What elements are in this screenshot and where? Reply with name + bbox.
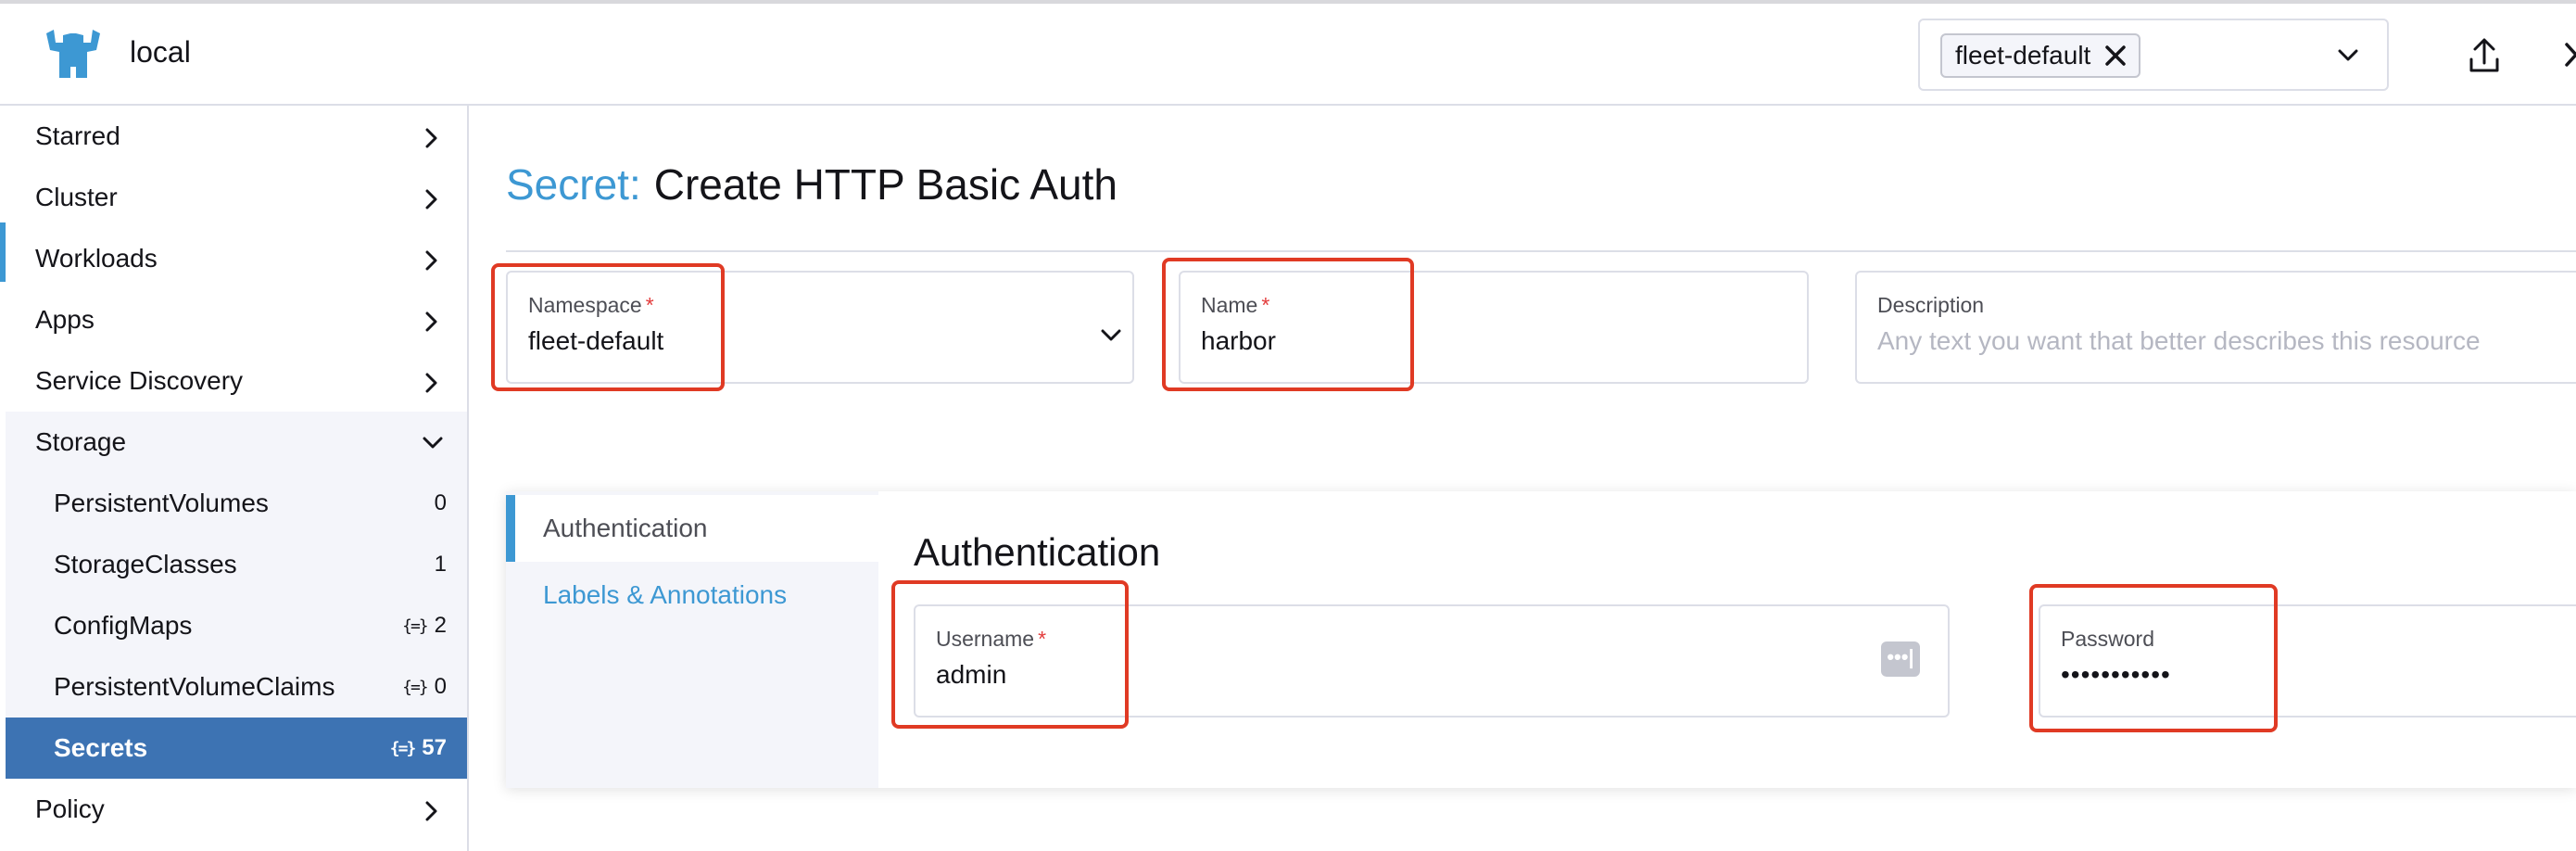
- remove-namespace-icon[interactable]: [2103, 44, 2128, 68]
- description-label: Description: [1877, 293, 1985, 317]
- cluster-name[interactable]: local: [130, 35, 191, 70]
- sidebar-item-label: Apps: [35, 305, 95, 334]
- side-navigation: Starred Cluster Workloads Apps Service D…: [0, 106, 469, 851]
- cluster-logo-icon[interactable]: [44, 30, 102, 80]
- namespaced-icon: {=}: [402, 616, 428, 636]
- sidebar-item-secrets[interactable]: Secrets {=} 57: [6, 718, 467, 779]
- resource-count: 1: [434, 552, 447, 577]
- secret-data-tabs: Authentication Labels & Annotations Auth…: [506, 491, 2576, 788]
- sidebar-item-policy[interactable]: Policy: [6, 779, 467, 840]
- close-icon[interactable]: [2565, 41, 2576, 69]
- sidebar-item-label: PersistentVolumeClaims: [54, 672, 335, 701]
- resource-count: {=} 0: [402, 674, 447, 699]
- chevron-down-icon: [423, 437, 443, 449]
- sidebar-item-service-discovery[interactable]: Service Discovery: [6, 350, 467, 412]
- chevron-down-icon[interactable]: [2337, 46, 2359, 65]
- namespace-chip: fleet-default: [1940, 33, 2141, 78]
- sidebar-item-persistentvolumes[interactable]: PersistentVolumes 0: [6, 473, 467, 534]
- sidebar-item-label: Secrets: [54, 733, 148, 762]
- namespace-chip-label: fleet-default: [1955, 41, 2091, 70]
- annotation-highlight-username: [891, 580, 1129, 729]
- annotation-highlight-name: [1162, 258, 1414, 391]
- chevron-right-icon: [425, 128, 437, 148]
- page-title-text: Create HTTP Basic Auth: [653, 160, 1118, 209]
- resource-count: {=} 2: [402, 613, 447, 638]
- sidebar-item-label: Storage: [35, 427, 127, 456]
- sidebar-item-label: Policy: [35, 794, 105, 823]
- sidebar-item-starred[interactable]: Starred: [6, 106, 467, 167]
- sidebar-item-label: PersistentVolumes: [54, 489, 269, 517]
- chevron-right-icon: [425, 311, 437, 332]
- sidebar-item-persistentvolumeclaims[interactable]: PersistentVolumeClaims {=} 0: [6, 656, 467, 718]
- sidebar-item-apps[interactable]: Apps: [6, 289, 467, 350]
- tab-labels-annotations[interactable]: Labels & Annotations: [506, 562, 878, 629]
- sidebar-item-cluster[interactable]: Cluster: [6, 167, 467, 228]
- sidebar-item-label: StorageClasses: [54, 550, 237, 578]
- resource-type-link[interactable]: Secret:: [506, 160, 641, 209]
- namespaced-icon: {=}: [402, 677, 428, 697]
- description-placeholder: Any text you want that better describes …: [1877, 326, 2481, 355]
- chevron-right-icon: [425, 250, 437, 271]
- sidebar-item-storageclasses[interactable]: StorageClasses 1: [6, 534, 467, 595]
- sidebar-item-workloads[interactable]: Workloads: [6, 228, 467, 289]
- chevron-down-icon: [1101, 329, 1121, 341]
- top-header: local fleet-default: [0, 4, 2576, 106]
- tab-list: Authentication Labels & Annotations: [506, 491, 878, 788]
- chevron-right-icon: [425, 373, 437, 393]
- title-divider: [506, 250, 2576, 252]
- sidebar-item-label: ConfigMaps: [54, 611, 193, 640]
- sidebar-item-label: Starred: [35, 121, 120, 150]
- sidebar-item-label: Service Discovery: [35, 366, 244, 395]
- sidebar-item-configmaps[interactable]: ConfigMaps {=} 2: [6, 595, 467, 656]
- tab-authentication[interactable]: Authentication: [506, 495, 878, 562]
- description-field[interactable]: Description Any text you want that bette…: [1855, 271, 2576, 384]
- resource-count: {=} 57: [389, 735, 447, 760]
- annotation-highlight-namespace: [491, 263, 725, 391]
- import-yaml-icon[interactable]: [2469, 37, 2500, 74]
- authentication-heading: Authentication: [914, 530, 1161, 574]
- sidebar-item-label: Workloads: [35, 244, 158, 273]
- namespaced-icon: {=}: [389, 738, 416, 758]
- password-manager-icon[interactable]: •••|: [1881, 641, 1920, 677]
- chevron-right-icon: [425, 801, 437, 821]
- page-title: Secret: Create HTTP Basic Auth: [506, 159, 1118, 210]
- namespace-filter[interactable]: fleet-default: [1918, 19, 2389, 91]
- sidebar-item-storage[interactable]: Storage: [6, 412, 467, 473]
- sidebar-item-label: Cluster: [35, 183, 118, 211]
- annotation-highlight-password: [2029, 584, 2278, 732]
- chevron-right-icon: [425, 189, 437, 210]
- resource-count: 0: [434, 490, 447, 515]
